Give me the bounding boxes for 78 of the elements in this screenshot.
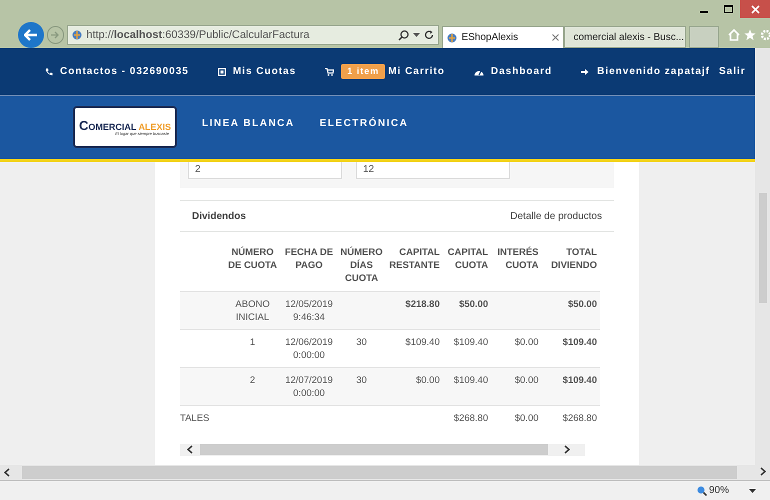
table-cell: ABONO INICIAL (224, 292, 281, 330)
cart-icon (325, 68, 334, 76)
table-cell: $50.00 (442, 292, 492, 330)
totals-label: TALES (180, 406, 224, 430)
scroll-left-icon[interactable] (187, 445, 193, 454)
nav-link[interactable]: Dashboard (490, 64, 552, 79)
nav-link[interactable]: Mis Cuotas (232, 64, 296, 79)
search-icon[interactable] (398, 30, 410, 40)
address-bar[interactable]: http://localhost:60339/Public/CalcularFactura (67, 25, 440, 45)
table-cell: 12/06/2019 0:00:00 (280, 330, 338, 368)
column-header: FECHA DE PAGO (280, 246, 338, 292)
table-cell: $0.00 (491, 330, 542, 368)
scroll-right-icon[interactable] (564, 445, 570, 454)
table-cell: 12/07/2019 0:00:00 (280, 368, 338, 406)
nav-link[interactable]: Contactos - 032690035 (60, 64, 189, 79)
panel-title: Dividendos (192, 210, 246, 224)
table-cell: 12/05/2019 9:46:34 (280, 292, 338, 330)
table-cell: $268.80 (542, 406, 600, 430)
page-icon (72, 30, 82, 40)
table-cell: $109.40 (442, 368, 492, 406)
caret-icon[interactable] (413, 33, 420, 37)
zoom-icon[interactable] (696, 486, 707, 496)
table-cell: $0.00 (386, 368, 443, 406)
horizontal-scrollbar[interactable] (0, 465, 755, 480)
table-scrollbar[interactable] (180, 444, 585, 456)
scroll-thumb[interactable] (22, 466, 737, 479)
table-cell: $109.40 (542, 330, 600, 368)
back-button[interactable] (18, 22, 44, 48)
phone-icon (45, 68, 53, 76)
logo-title: COMERCIAL ALEXIS (79, 118, 171, 132)
arrow-left-icon (24, 29, 38, 41)
url-text: http://localhost:60339/Public/CalcularFactura (86, 28, 311, 43)
category-link[interactable]: ELECTRÓNICA (320, 116, 408, 131)
browser-tab[interactable]: EShopAlexis (442, 26, 564, 48)
column-header: NÚMERO DÍAS CUOTA (337, 246, 386, 292)
table-cell: $109.40 (386, 330, 443, 368)
table-cell: $109.40 (442, 330, 492, 368)
input-field[interactable]: 2 (188, 162, 342, 179)
nav-link[interactable]: Mi Carrito (388, 64, 445, 79)
star-icon[interactable] (744, 29, 756, 41)
close-icon[interactable] (552, 34, 560, 41)
column-header: CAPITAL RESTANTE (386, 246, 443, 292)
calendar-icon (218, 68, 226, 76)
scroll-left-icon[interactable] (4, 468, 10, 477)
zoom-level[interactable]: 90% (708, 483, 729, 498)
table-cell: $268.80 (442, 406, 492, 430)
scroll-thumb[interactable] (200, 444, 548, 455)
detail-link[interactable]: Detalle de productos (510, 208, 602, 224)
browser-tab[interactable]: comercial alexis - Busc... (564, 26, 686, 48)
close-icon (750, 4, 760, 14)
table-cell: $0.00 (491, 368, 542, 406)
tab-strip-blank (689, 26, 719, 48)
scroll-right-icon[interactable] (760, 467, 766, 476)
table-cell: $218.80 (386, 292, 443, 330)
column-header: CAPITAL CUOTA (442, 246, 492, 292)
column-header: TOTAL DIVIENDO (542, 246, 600, 292)
close-button[interactable] (740, 0, 770, 18)
scroll-thumb[interactable] (758, 193, 766, 303)
table-cell: 30 (337, 330, 386, 368)
sign-in-icon (581, 68, 590, 76)
table-cell: $109.40 (542, 368, 600, 406)
table-cell: 30 (337, 368, 386, 406)
refresh-icon[interactable] (424, 30, 434, 40)
input-field[interactable]: 12 (356, 162, 510, 179)
category-link[interactable]: LINEA BLANCA (202, 116, 295, 131)
nav-link[interactable]: Bienvenido zapatajf (597, 64, 710, 79)
caret-icon[interactable] (749, 488, 756, 492)
table-cell: $50.00 (542, 292, 600, 330)
column-header: INTERÉS CUOTA (491, 246, 542, 292)
table-cell: $0.00 (491, 406, 542, 430)
table-cell: 1 (224, 330, 281, 368)
table-cell: 2 (224, 368, 281, 406)
nav-link[interactable]: Salir (719, 64, 746, 79)
vertical-scrollbar[interactable] (755, 48, 770, 480)
page-icon (447, 32, 458, 42)
arrow-right-icon (50, 31, 60, 39)
column-header: NÚMERO DE CUOTA (224, 246, 281, 292)
item-count-badge: 1 item (341, 64, 386, 80)
